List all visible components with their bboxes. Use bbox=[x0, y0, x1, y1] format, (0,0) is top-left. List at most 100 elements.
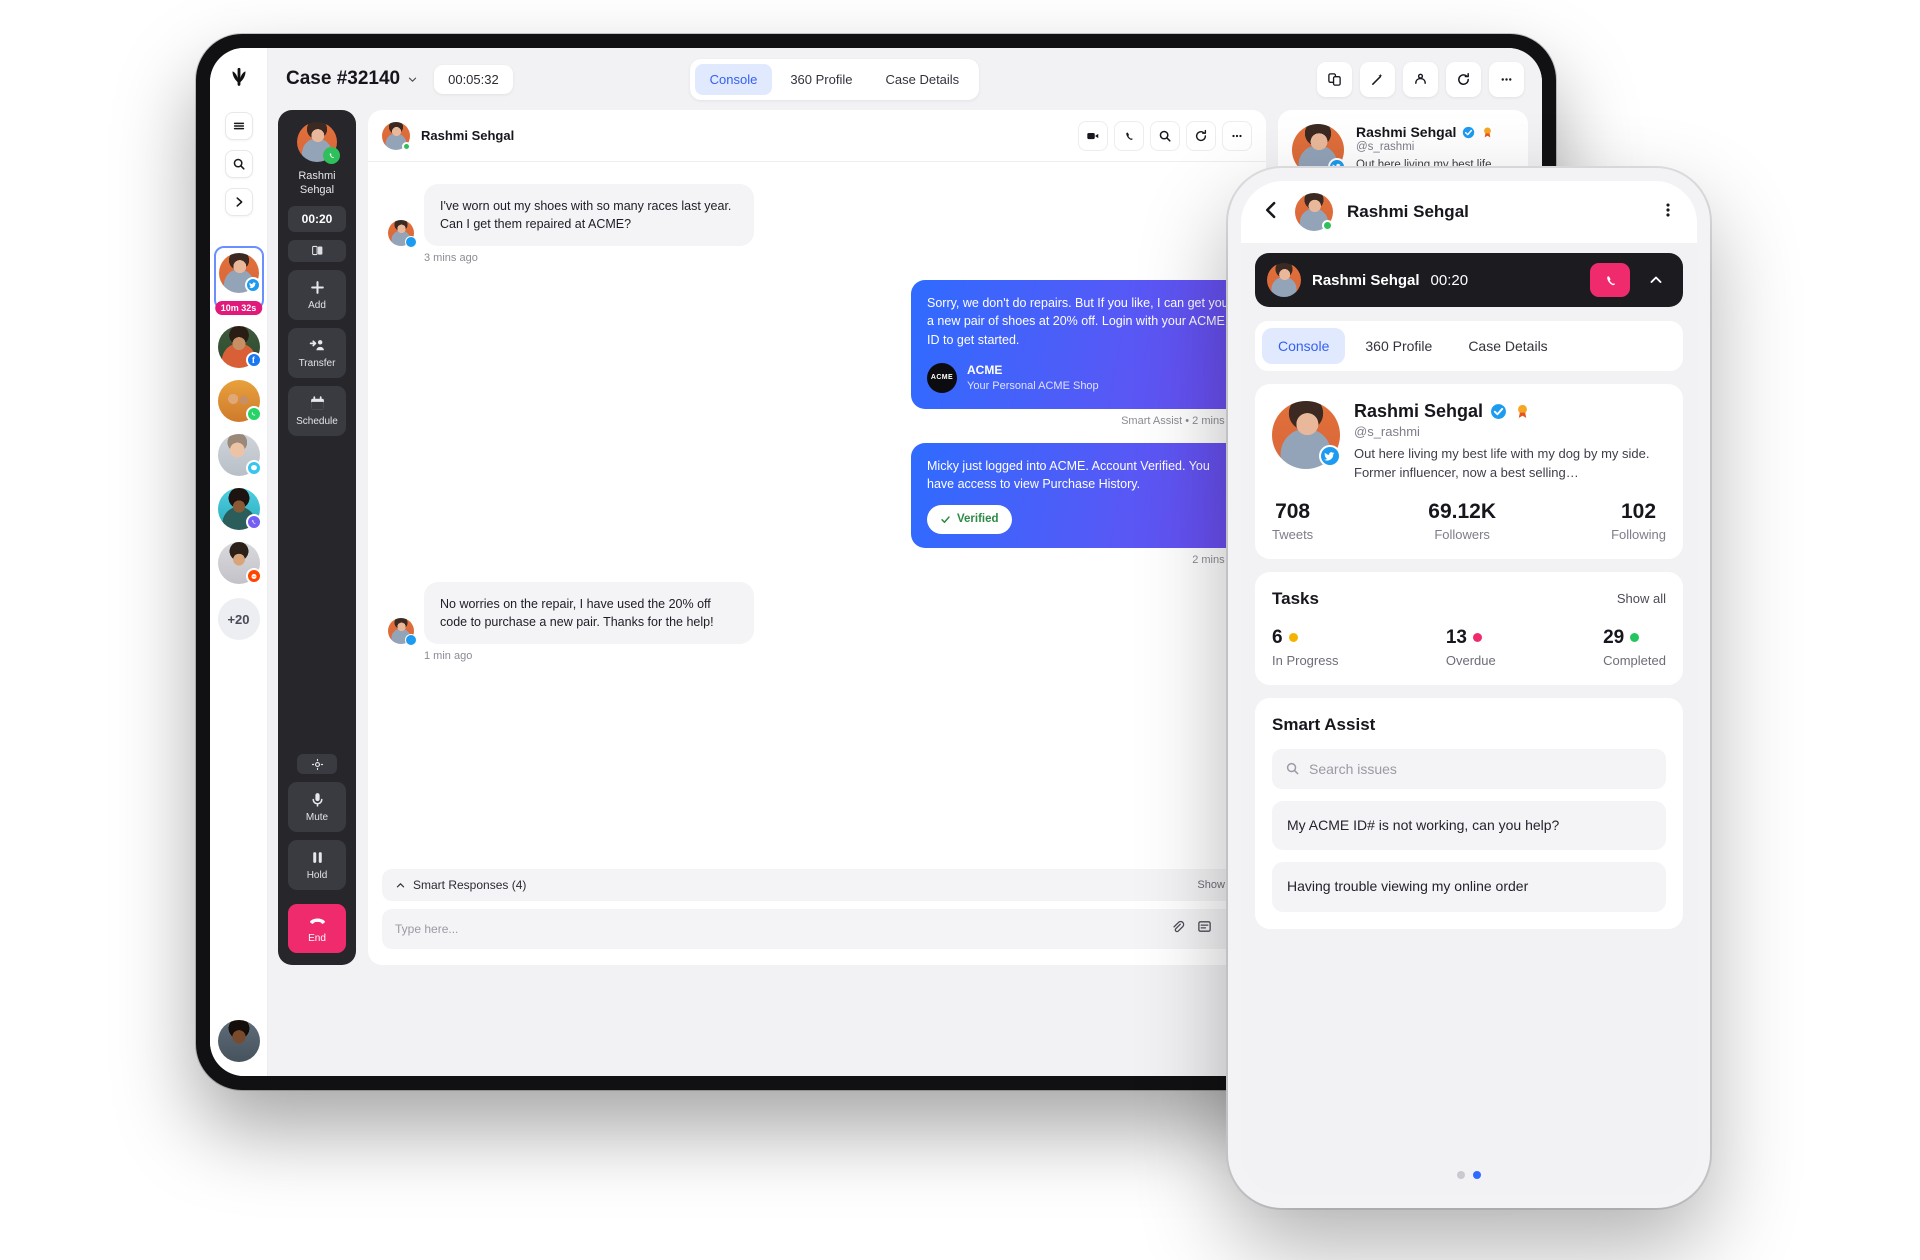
status-dot bbox=[1288, 633, 1298, 643]
refresh-icon[interactable] bbox=[1446, 61, 1481, 97]
mute-label: Mute bbox=[305, 812, 329, 823]
stat-value: 102 bbox=[1621, 499, 1657, 523]
rail-contact[interactable] bbox=[217, 488, 262, 530]
phone-profile-stats: 708 Tweets 69.12K Followers 102 Followin… bbox=[1272, 500, 1666, 542]
chevron-up-icon[interactable] bbox=[1641, 263, 1671, 297]
page-indicator bbox=[1241, 1171, 1697, 1179]
message-text: No worries on the repair, I have used th… bbox=[424, 581, 754, 645]
online-dot bbox=[1322, 220, 1333, 231]
rail-contact[interactable] bbox=[217, 434, 262, 476]
attachment-title: ACME bbox=[967, 362, 1003, 377]
profile-avatar bbox=[1272, 401, 1341, 469]
screenshot-stage: 10m 32s f +20 Case #32140 00:05:32 Conso… bbox=[0, 0, 1920, 1260]
schedule-button[interactable]: Schedule bbox=[288, 385, 346, 436]
rail-contact[interactable]: f bbox=[217, 326, 262, 368]
status-dot bbox=[1473, 633, 1482, 643]
gear-icon[interactable] bbox=[297, 754, 337, 774]
avatar bbox=[217, 1020, 260, 1062]
attachment-icon[interactable] bbox=[1170, 919, 1185, 939]
chevron-left-icon[interactable] bbox=[1261, 200, 1281, 224]
refresh-icon[interactable] bbox=[1186, 120, 1216, 151]
search-icon[interactable] bbox=[1150, 120, 1180, 151]
profile-handle: @s_rashmi bbox=[1354, 424, 1420, 439]
caller-avatar bbox=[297, 122, 340, 164]
transfer-button[interactable]: Transfer bbox=[288, 327, 346, 378]
tasks-show-all[interactable]: Show all bbox=[1617, 591, 1666, 606]
add-button[interactable]: Add bbox=[288, 269, 346, 320]
active-call-icon bbox=[323, 147, 340, 164]
task-label: Overdue bbox=[1445, 652, 1496, 668]
verified-badge-icon bbox=[1463, 126, 1475, 138]
chat-contact-avatar bbox=[382, 121, 411, 151]
message-input[interactable] bbox=[395, 922, 1158, 936]
topbar-actions bbox=[1317, 61, 1524, 97]
phone-smart-assist-card: Smart Assist My ACME ID# is not working,… bbox=[1255, 697, 1683, 929]
case-title[interactable]: Case #32140 bbox=[286, 68, 418, 90]
phone-icon[interactable] bbox=[1114, 120, 1144, 151]
message-list: I've worn out my shoes with so many race… bbox=[368, 162, 1266, 869]
avatar bbox=[218, 253, 261, 293]
twitter-channel-icon bbox=[405, 236, 417, 249]
more-vertical-icon[interactable] bbox=[1659, 201, 1677, 224]
message-timestamp: 3 mins ago bbox=[424, 252, 478, 265]
phone-contact-name: Rashmi Sehgal bbox=[1347, 202, 1469, 221]
task-label: Completed bbox=[1603, 652, 1666, 668]
more-icon[interactable] bbox=[1489, 61, 1524, 97]
rail-contact[interactable] bbox=[217, 380, 262, 422]
hold-button[interactable]: Hold bbox=[288, 840, 346, 890]
apps-icon[interactable] bbox=[1317, 61, 1352, 97]
verified-label: Verified bbox=[957, 513, 999, 526]
message-text: Sorry, we don't do repairs. But If you l… bbox=[927, 296, 1229, 347]
more-icon[interactable] bbox=[1222, 120, 1252, 151]
phone-profile-name-row: Rashmi Sehgal bbox=[1354, 401, 1666, 422]
verified-badge-icon bbox=[1491, 404, 1506, 419]
award-badge-icon bbox=[1484, 126, 1492, 137]
page-dot[interactable] bbox=[1457, 1171, 1465, 1179]
agent-assist-icon[interactable] bbox=[1403, 61, 1438, 97]
award-badge-icon bbox=[1518, 404, 1528, 418]
smart-responses-left: Smart Responses (4) bbox=[395, 878, 526, 892]
chat-header: Rashmi Sehgal bbox=[368, 110, 1266, 162]
page-dot-active[interactable] bbox=[1473, 1171, 1481, 1179]
tab-console[interactable]: Console bbox=[694, 63, 773, 95]
message-text: I've worn out my shoes with so many race… bbox=[424, 184, 754, 247]
rail-contact-active[interactable]: 10m 32s bbox=[213, 246, 264, 315]
phone-call-button[interactable] bbox=[1590, 263, 1630, 297]
issue-item[interactable]: My ACME ID# is not working, can you help… bbox=[1272, 800, 1666, 851]
search-input[interactable] bbox=[1309, 760, 1653, 777]
mute-button[interactable]: Mute bbox=[288, 782, 346, 832]
brand-leaf-logo bbox=[222, 62, 256, 96]
phone-tab-360-profile[interactable]: 360 Profile bbox=[1349, 328, 1448, 364]
message-outgoing: Sorry, we don't do repairs. But If you l… bbox=[388, 280, 1266, 409]
message-composer bbox=[382, 909, 1252, 949]
stat-followers: 69.12K Followers bbox=[1428, 500, 1496, 542]
tab-case-details[interactable]: Case Details bbox=[870, 64, 974, 95]
call-duration-clock: 00:05:32 bbox=[434, 64, 513, 94]
smart-responses-bar[interactable]: Smart Responses (4) Show all bbox=[382, 869, 1252, 901]
message-attachment[interactable]: ACME ACME Your Personal ACME Shop bbox=[927, 362, 1230, 395]
issue-item[interactable]: Having trouble viewing my online order bbox=[1272, 862, 1666, 912]
caller-name: Rashmi Sehgal bbox=[298, 170, 336, 196]
split-view-icon[interactable] bbox=[288, 239, 346, 262]
menu-icon[interactable] bbox=[224, 112, 253, 140]
phone-icon bbox=[1606, 275, 1615, 285]
phone-profile-header: Rashmi Sehgal @s_rashmi Out here living … bbox=[1272, 401, 1666, 483]
search-icon[interactable] bbox=[224, 150, 253, 178]
twitter-badge-icon bbox=[1319, 445, 1341, 467]
tab-360-profile[interactable]: 360 Profile bbox=[775, 64, 867, 95]
phone-tab-case-details[interactable]: Case Details bbox=[1452, 328, 1563, 364]
end-call-button[interactable]: End bbox=[288, 904, 346, 953]
verified-badge: Verified bbox=[927, 505, 1012, 534]
template-icon[interactable] bbox=[1197, 919, 1212, 939]
rail-contact[interactable] bbox=[217, 542, 262, 584]
case-title-text: Case #32140 bbox=[286, 68, 401, 89]
rail-bottom-avatar[interactable] bbox=[217, 1018, 260, 1062]
plus-icon bbox=[310, 280, 324, 294]
contact-timer-badge: 10m 32s bbox=[214, 301, 263, 315]
rail-overflow-count[interactable]: +20 bbox=[217, 598, 260, 640]
magic-wand-icon[interactable] bbox=[1360, 61, 1395, 97]
phone-tab-console[interactable]: Console bbox=[1262, 328, 1346, 364]
phone-tasks-card: Tasks Show all 6 In Progress 13 Overdue … bbox=[1255, 571, 1683, 685]
video-icon[interactable] bbox=[1078, 120, 1108, 151]
chevron-right-icon[interactable] bbox=[224, 188, 253, 216]
